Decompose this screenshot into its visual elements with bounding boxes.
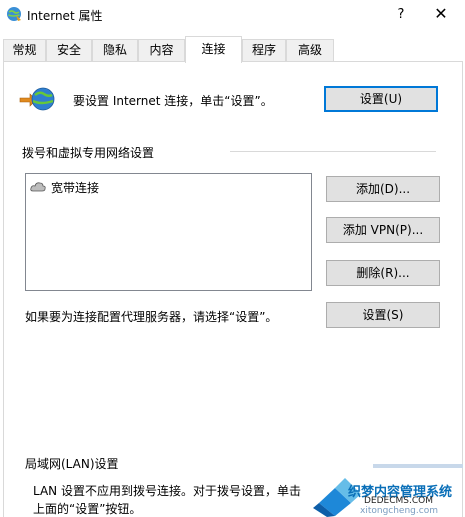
internet-options-icon xyxy=(7,7,21,21)
tab-strip: 常规 安全 隐私 内容 连接 程序 高级 xyxy=(0,36,465,63)
tab-privacy[interactable]: 隐私 xyxy=(92,39,138,62)
tab-connections[interactable]: 连接 xyxy=(185,36,242,63)
lan-description-2: 上面的“设置”按钮。 xyxy=(33,502,142,516)
proxy-settings-button[interactable]: 设置(S) xyxy=(326,302,440,328)
close-button[interactable]: ✕ xyxy=(418,2,464,26)
setup-description: 要设置 Internet 连接，单击“设置”。 xyxy=(73,94,273,108)
connections-list[interactable]: 宽带连接 xyxy=(25,173,312,291)
tab-programs[interactable]: 程序 xyxy=(242,39,286,62)
add-vpn-button[interactable]: 添加 VPN(P)... xyxy=(326,217,440,243)
list-item[interactable]: 宽带连接 xyxy=(30,178,99,196)
lan-section-label: 局域网(LAN)设置 xyxy=(25,457,119,471)
tab-advanced[interactable]: 高级 xyxy=(286,39,334,62)
tab-general[interactable]: 常规 xyxy=(3,39,46,62)
window-title: Internet 属性 xyxy=(27,9,103,23)
title-bar: Internet 属性 ? ✕ xyxy=(0,0,465,30)
tab-content[interactable]: 内容 xyxy=(138,39,185,62)
dialup-section-label: 拨号和虚拟专用网络设置 xyxy=(22,146,155,160)
lan-description: LAN 设置不应用到拨号连接。对于拨号设置，单击 xyxy=(33,484,301,498)
tab-security[interactable]: 安全 xyxy=(46,39,92,62)
proxy-description: 如果要为连接配置代理服务器，请选择“设置”。 xyxy=(25,310,278,324)
delete-button[interactable]: 删除(R)... xyxy=(326,260,440,286)
connection-name: 宽带连接 xyxy=(51,180,100,195)
watermark-url: xitongcheng.com xyxy=(360,506,438,516)
watermark-site: DEDECMS.COM xyxy=(364,496,433,506)
dialup-connection-icon xyxy=(30,182,46,192)
section-divider xyxy=(230,151,436,152)
setup-button[interactable]: 设置(U) xyxy=(324,86,438,112)
add-button[interactable]: 添加(D)... xyxy=(326,176,440,202)
connect-globe-icon xyxy=(19,87,55,111)
